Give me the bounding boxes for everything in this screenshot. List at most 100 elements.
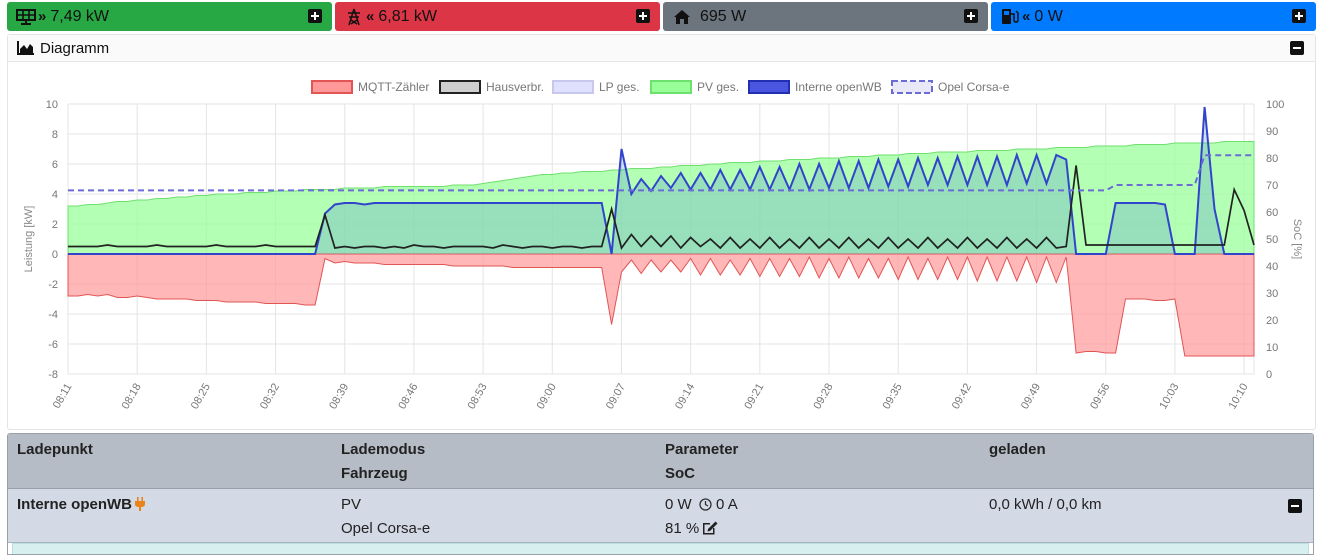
- table-header: Ladepunkt Lademodus Fahrzeug Parameter S…: [8, 434, 1313, 489]
- legend-label: Opel Corsa-e: [938, 80, 1010, 94]
- table-row[interactable]: Interne openWB PV Opel Corsa-e 0 W 0 A 8…: [8, 489, 1313, 543]
- y-tick-label: 6: [52, 159, 58, 171]
- pv-power-value: 7,49 kW: [50, 7, 110, 25]
- x-tick-label: 09:07: [604, 382, 628, 412]
- area-chart-icon: [17, 41, 35, 55]
- x-tick-label: 09:21: [742, 382, 766, 412]
- charging-arrows: «: [1022, 8, 1030, 25]
- x-tick-label: 10:03: [1157, 382, 1181, 412]
- y-tick-label: 10: [46, 99, 58, 111]
- y2-tick-label: 100: [1266, 99, 1284, 111]
- house-tile[interactable]: 695 W: [663, 2, 988, 31]
- house-power-value: 695 W: [700, 7, 747, 25]
- legend-swatch: [650, 80, 692, 94]
- legend-swatch: [748, 80, 790, 94]
- x-tick-label: 09:49: [1019, 382, 1043, 412]
- home-icon: [672, 8, 692, 26]
- chargepoint-name: Interne openWB: [17, 496, 132, 513]
- header-soc: SoC: [665, 465, 695, 482]
- parameter-cell: 0 W 0 A: [665, 496, 738, 515]
- diagram-title: Diagramm: [40, 39, 110, 57]
- legend-swatch: [891, 80, 933, 94]
- charged-value: 0,0 kWh / 0,0 km: [989, 496, 1102, 513]
- x-tick-label: 08:39: [327, 382, 351, 412]
- legend-label: Interne openWB: [795, 80, 882, 94]
- grid-power-value: 6,81 kW: [378, 7, 438, 25]
- power-pylon-icon: [344, 8, 364, 26]
- diagram-header[interactable]: Diagramm: [8, 35, 1315, 62]
- header-ladepunkt: Ladepunkt: [17, 441, 93, 458]
- charge-current-value: 0 A: [716, 496, 738, 513]
- export-arrows: »: [38, 8, 46, 25]
- soc-cell: 81 %: [665, 520, 719, 539]
- plug-icon: [135, 497, 145, 515]
- expand-grid-button[interactable]: [636, 9, 650, 23]
- y2-tick-label: 80: [1266, 153, 1278, 165]
- charge-mode-value[interactable]: PV: [341, 496, 361, 513]
- x-tick-label: 08:32: [258, 382, 282, 412]
- y-tick-label: -8: [48, 369, 58, 381]
- header-fahrzeug: Fahrzeug: [341, 465, 408, 482]
- y-tick-label: 0: [52, 249, 58, 261]
- y2-tick-label: 0: [1266, 369, 1272, 381]
- y-tick-label: -2: [48, 279, 58, 291]
- y2-tick-label: 50: [1266, 234, 1278, 246]
- legend-label: LP ges.: [599, 80, 639, 94]
- y-tick-label: -6: [48, 339, 58, 351]
- charging-station-icon: [1000, 8, 1020, 26]
- charging-power-value: 0 W: [1034, 7, 1063, 25]
- x-tick-label: 09:00: [535, 382, 559, 412]
- header-parameter: Parameter: [665, 441, 739, 458]
- x-tick-label: 08:18: [120, 382, 144, 412]
- charging-tile[interactable]: « 0 W: [991, 2, 1316, 31]
- x-tick-label: 08:53: [466, 382, 490, 412]
- y-tick-label: 8: [52, 129, 58, 141]
- y2-tick-label: 30: [1266, 288, 1278, 300]
- charge-power-value: 0 W: [665, 496, 692, 513]
- x-tick-label: 09:35: [881, 382, 905, 412]
- vehicle-value[interactable]: Opel Corsa-e: [341, 520, 430, 537]
- x-tick-label: 09:28: [811, 382, 835, 412]
- grid-area: [67, 253, 1255, 357]
- chargepoint-table: Ladepunkt Lademodus Fahrzeug Parameter S…: [7, 433, 1314, 555]
- x-tick-label: 08:11: [51, 382, 75, 411]
- y-tick-label: -4: [48, 309, 58, 321]
- y2-axis-title: SoC [%]: [1291, 219, 1303, 259]
- grid-tile[interactable]: « 6,81 kW: [335, 2, 660, 31]
- header-geladen: geladen: [989, 441, 1046, 458]
- y2-tick-label: 20: [1266, 315, 1278, 327]
- import-arrows: «: [366, 8, 374, 25]
- y2-tick-label: 90: [1266, 126, 1278, 138]
- expand-pv-button[interactable]: [308, 9, 322, 23]
- expand-charging-button[interactable]: [1292, 9, 1306, 23]
- legend-label: Hausverbr.: [486, 80, 544, 94]
- diagram-card: Diagramm -8 -6 -4 -2 0 2 4 6 8 10 0 10 20 30 40 50 60 70 8…: [7, 34, 1316, 430]
- edit-icon[interactable]: [702, 520, 719, 539]
- clock-icon: [699, 498, 712, 515]
- soc-value: 81 %: [665, 520, 700, 537]
- x-tick-label: 09:14: [673, 382, 697, 412]
- y2-tick-label: 40: [1266, 261, 1278, 273]
- legend-label: MQTT-Zähler: [358, 80, 429, 94]
- row-details-panel: [12, 543, 1309, 554]
- chargepoint-name-cell: Interne openWB: [17, 496, 145, 515]
- pv-tile[interactable]: » 7,49 kW: [7, 2, 332, 31]
- y-tick-label: 2: [52, 219, 58, 231]
- x-tick-label: 10:10: [1227, 382, 1251, 412]
- y2-tick-label: 70: [1266, 180, 1278, 192]
- y2-tick-label: 10: [1266, 342, 1278, 354]
- collapse-row-button[interactable]: [1288, 499, 1302, 513]
- collapse-diagram-button[interactable]: [1290, 41, 1304, 55]
- y2-tick-label: 60: [1266, 207, 1278, 219]
- x-tick-label: 09:56: [1088, 382, 1112, 412]
- power-chart: -8-6-4-20246810010203040506070809010008:…: [23, 80, 1303, 412]
- y-tick-label: 4: [52, 189, 58, 201]
- legend-label: PV ges.: [697, 80, 739, 94]
- legend-swatch: [552, 80, 594, 94]
- legend-swatch: [439, 80, 481, 94]
- legend-swatch: [311, 80, 353, 94]
- power-tiles: » 7,49 kW « 6,81 kW 695 W « 0 W: [7, 2, 1316, 31]
- expand-house-button[interactable]: [964, 9, 978, 23]
- x-tick-label: 08:25: [189, 382, 213, 412]
- y-axis-title: Leistung [kW]: [23, 206, 35, 273]
